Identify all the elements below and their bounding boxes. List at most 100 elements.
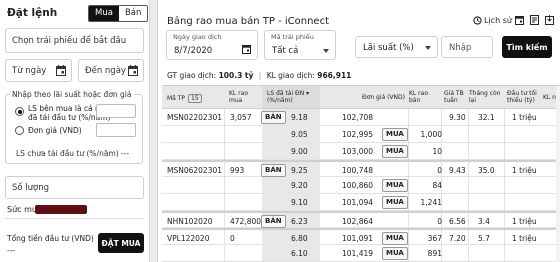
table-row: MSN02202301 3,057 BÁN 9.18 102,708 9.30 32.1 1 …	[162, 109, 560, 126]
kl-sell-cell: 10	[432, 147, 442, 156]
kl-buy-cell: 993	[230, 166, 245, 175]
trade-date-field[interactable]: Ngày giao dịch 8/7/2020	[166, 30, 258, 60]
calendar-icon[interactable]	[515, 15, 524, 25]
price-radio[interactable]	[15, 126, 24, 135]
sell-to-button[interactable]: BÁN	[261, 111, 286, 124]
col-rate[interactable]: LS đã tái ĐN ▾ (%/năm)	[267, 90, 309, 104]
to-date-label: Đến ngày	[85, 65, 126, 76]
sell-to-button[interactable]: BÁN	[261, 164, 286, 177]
buy-from-button[interactable]: MUA	[382, 145, 408, 158]
price-input[interactable]	[96, 123, 136, 137]
bond-code-select[interactable]: Mã trái phiếu Tất cả	[264, 30, 336, 60]
divider	[5, 218, 145, 219]
bond-code-cell: MSN06202301	[167, 166, 223, 175]
table-row: VPL122020 0 6.80 101,091 MUA 367 7.20 5.7 1 triệ…	[162, 228, 560, 246]
scrollbar[interactable]	[556, 86, 560, 262]
price-option-label: Đơn giá (VND)	[28, 126, 82, 135]
min-invest-cell: 1 triệu	[512, 113, 537, 122]
trade-date-value: 8/7/2020	[174, 46, 213, 56]
price-cell: 102,864	[342, 217, 374, 226]
order-panel-title: Đặt lệnh	[7, 7, 58, 19]
export-icon[interactable]	[545, 15, 554, 25]
rate-cell: 9.25	[291, 166, 308, 175]
months-cell: 32.1	[478, 113, 495, 122]
rate-cell: 9.18	[291, 113, 308, 122]
price-cell: 101,094	[342, 198, 374, 207]
col-kl-sell: KL rao bán	[409, 90, 428, 104]
sell-to-button[interactable]: BÁN	[261, 215, 286, 228]
rate-cell: 9.00	[291, 147, 308, 156]
price-cell: 100,860	[342, 181, 374, 190]
col-avg-line1: Giá TB	[444, 90, 464, 97]
bond-code-cell: MSN02202301	[167, 113, 223, 122]
code-count-badge[interactable]: 15	[188, 94, 202, 103]
table-header: Mã TP 15 KL rao mua LS đã tái ĐN ▾ (%/năm…	[162, 85, 560, 109]
price-cell: 102,708	[342, 113, 374, 122]
kl-buy-cell: 3,057	[230, 113, 252, 122]
trade-date-label: Ngày giao dịch	[173, 33, 222, 41]
rate-select-value: Lãi suất (%)	[363, 43, 414, 53]
price-cell: 102,995	[342, 130, 374, 139]
calendar-icon[interactable]	[56, 65, 66, 76]
buy-from-button[interactable]: MUA	[382, 179, 408, 192]
months-cell: 35.0	[478, 166, 495, 175]
calendar-icon[interactable]	[128, 65, 138, 76]
rate-cell: 6.10	[291, 249, 308, 258]
kl-value: 966,911	[317, 71, 352, 80]
summary-divider: |	[258, 71, 262, 80]
col-rate-line2: (%/năm)	[267, 97, 293, 104]
buy-sell-toggle[interactable]: Mua Bán	[88, 5, 149, 22]
search-button[interactable]: Tìm kiếm	[502, 36, 552, 58]
kl-sell-cell: 0	[437, 166, 442, 175]
kl-buy-cell: 0	[230, 234, 235, 243]
from-date-field[interactable]: Từ ngày	[5, 59, 72, 82]
quantity-field[interactable]: Số lượng	[5, 176, 144, 199]
history-icon	[473, 16, 482, 25]
price-cell: 103,000	[342, 147, 374, 156]
table-row: 6.10 101,419 MUA 891	[162, 245, 560, 262]
kl-buy-cell: 472,800	[230, 217, 262, 226]
col-avg-price: Giá TB tuần	[444, 90, 464, 104]
calendar-icon[interactable]	[242, 44, 251, 54]
min-invest-cell: 1 triệu	[512, 166, 537, 175]
place-buy-button[interactable]: ĐẶT MUA	[98, 233, 144, 253]
col-more: KL n	[543, 94, 556, 101]
buy-from-button[interactable]: MUA	[382, 232, 408, 245]
min-invest-cell: 1 triệu	[512, 217, 537, 226]
buy-from-button[interactable]: MUA	[382, 247, 408, 260]
price-cell: 100,748	[342, 166, 374, 175]
buy-from-button[interactable]: MUA	[382, 128, 408, 141]
rate-radio[interactable]	[15, 107, 24, 116]
buy-from-button[interactable]: MUA	[382, 196, 408, 209]
bond-select[interactable]: Chọn trái phiếu để bắt đầu	[5, 28, 144, 53]
rate-select[interactable]: Lãi suất (%)	[355, 36, 438, 58]
avg-price-cell: 9.43	[449, 166, 466, 175]
document-icon[interactable]	[530, 15, 539, 25]
value-input[interactable]: Nhập	[441, 36, 493, 58]
rate-cell: 9.20	[291, 181, 308, 190]
board-title: Bảng rao mua bán TP - iConnect	[167, 16, 329, 27]
col-months-line1: Tháng còn	[469, 90, 501, 97]
col-kl-sell-line1: KL rao	[409, 90, 428, 97]
quantity-placeholder: Số lượng	[12, 182, 50, 193]
gt-label: GT giao dịch:	[167, 71, 217, 80]
col-kl-sell-line2: bán	[409, 97, 421, 104]
history-link[interactable]: Lịch sử	[473, 16, 512, 25]
trade-summary: GT giao dịch: 100.3 tỷ | KL giao dịch: 9…	[167, 71, 351, 80]
bond-code-cell: NHN102020	[167, 217, 213, 226]
months-cell: 5.7	[478, 234, 490, 243]
kl-sell-cell: 0	[437, 217, 442, 226]
buy-tab[interactable]: Mua	[89, 6, 119, 21]
table-row: NHN102020 472,800 BÁN 6.23 102,864 0 6.56 3.4 1 …	[162, 211, 560, 229]
sell-tab[interactable]: Bán	[118, 6, 148, 21]
from-date-label: Từ ngày	[12, 65, 47, 76]
to-date-field[interactable]: Đến ngày	[78, 59, 144, 82]
col-min-invest: Đầu tư tối thiểu (tỷ)	[507, 90, 537, 104]
col-kl-buy-line1: KL rao	[229, 90, 248, 97]
sort-icon[interactable]: ▾	[306, 90, 309, 97]
avg-price-cell: 7.20	[449, 234, 466, 243]
rate-input[interactable]	[96, 104, 136, 118]
col-code-label: Mã TP	[167, 95, 186, 102]
chevron-down-icon	[323, 49, 329, 53]
col-months-line2: lại	[469, 97, 477, 104]
